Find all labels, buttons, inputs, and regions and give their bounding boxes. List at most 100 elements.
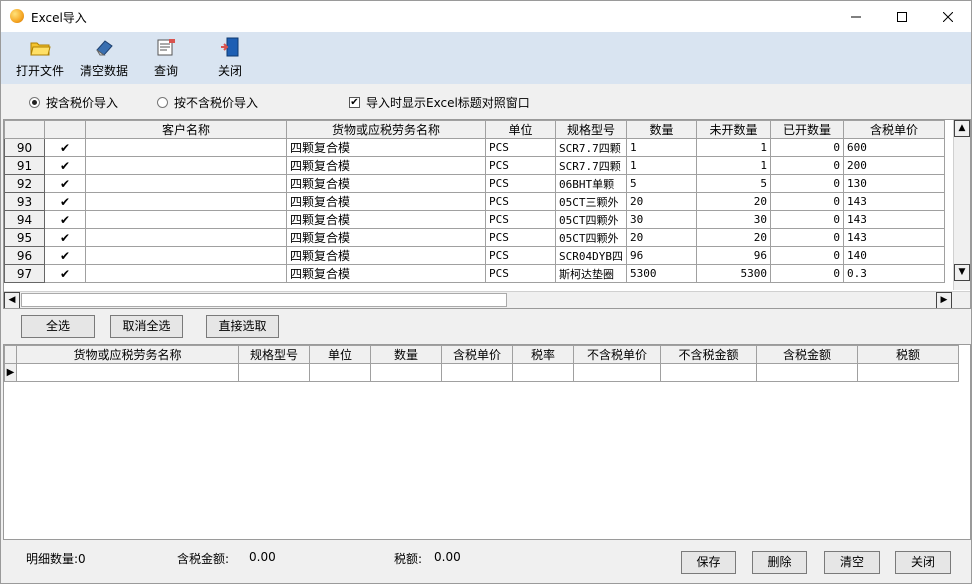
row-checkbox[interactable]: ✔	[44, 228, 86, 247]
show-title-checkbox[interactable]: ✔ 导入时显示Excel标题对照窗口	[349, 94, 530, 111]
cell-price[interactable]: 143	[842, 192, 945, 211]
cell-unit[interactable]: PCS	[485, 192, 556, 211]
row-number[interactable]: 97	[4, 264, 45, 283]
row-number[interactable]: 91	[4, 156, 45, 175]
cell-qty[interactable]: 5300	[625, 264, 697, 283]
select-all-button[interactable]: 全选	[21, 315, 95, 338]
column-header[interactable]: 数量	[625, 120, 697, 139]
row-number[interactable]: 92	[4, 174, 45, 193]
cell-unit[interactable]: PCS	[485, 246, 556, 265]
row-checkbox[interactable]: ✔	[44, 210, 86, 229]
detail-cell[interactable]	[512, 363, 574, 382]
column-header[interactable]	[4, 120, 45, 139]
cell-opened[interactable]: 0	[769, 246, 844, 265]
cell-goods[interactable]: 四颗复合模	[286, 138, 486, 157]
cell-customer[interactable]	[85, 264, 287, 283]
cell-unopened[interactable]: 96	[695, 246, 771, 265]
detail-column-header[interactable]	[4, 345, 17, 364]
cell-qty[interactable]: 20	[625, 192, 697, 211]
row-number[interactable]: 94	[4, 210, 45, 229]
detail-cell[interactable]	[16, 363, 239, 382]
row-number[interactable]: 90	[4, 138, 45, 157]
row-checkbox[interactable]: ✔	[44, 138, 86, 157]
cell-price[interactable]: 200	[842, 156, 945, 175]
detail-column-header[interactable]: 税率	[512, 345, 574, 364]
column-header[interactable]: 客户名称	[85, 120, 287, 139]
open-file-button[interactable]: 打开文件	[14, 36, 66, 82]
cell-unopened[interactable]: 5300	[695, 264, 771, 283]
cell-price[interactable]: 130	[842, 174, 945, 193]
row-checkbox[interactable]: ✔	[44, 174, 86, 193]
column-header[interactable]: 已开数量	[769, 120, 844, 139]
detail-column-header[interactable]: 规格型号	[238, 345, 310, 364]
clear-button[interactable]: 清空	[824, 551, 880, 574]
cell-customer[interactable]	[85, 210, 287, 229]
footer-close-button[interactable]: 关闭	[895, 551, 951, 574]
column-header[interactable]: 货物或应税劳务名称	[286, 120, 486, 139]
cell-spec[interactable]: 05CT四颗外	[555, 210, 627, 229]
cell-customer[interactable]	[85, 174, 287, 193]
detail-column-header[interactable]: 不含税单价	[573, 345, 661, 364]
cell-spec[interactable]: SCR7.7四颗	[555, 156, 627, 175]
horizontal-scroll-thumb[interactable]	[21, 293, 507, 307]
cell-goods[interactable]: 四颗复合模	[286, 174, 486, 193]
cell-opened[interactable]: 0	[769, 174, 844, 193]
cell-customer[interactable]	[85, 246, 287, 265]
deselect-all-button[interactable]: 取消全选	[110, 315, 183, 338]
detail-column-header[interactable]: 货物或应税劳务名称	[16, 345, 239, 364]
cell-customer[interactable]	[85, 138, 287, 157]
detail-cell[interactable]	[441, 363, 513, 382]
detail-column-header[interactable]: 税额	[857, 345, 959, 364]
cell-unit[interactable]: PCS	[485, 228, 556, 247]
detail-cell[interactable]	[309, 363, 371, 382]
row-number[interactable]: 96	[4, 246, 45, 265]
save-button[interactable]: 保存	[681, 551, 736, 574]
cell-qty[interactable]: 1	[625, 156, 697, 175]
direct-select-button[interactable]: 直接选取	[206, 315, 279, 338]
cell-opened[interactable]: 0	[769, 192, 844, 211]
detail-cell[interactable]	[660, 363, 757, 382]
cell-opened[interactable]: 0	[769, 138, 844, 157]
cell-customer[interactable]	[85, 192, 287, 211]
cell-price[interactable]: 143	[842, 228, 945, 247]
cell-spec[interactable]: 斯柯达垫圈	[555, 264, 627, 283]
detail-column-header[interactable]: 含税金额	[756, 345, 858, 364]
scroll-up-icon[interactable]: ▲	[954, 120, 970, 137]
cell-qty[interactable]: 96	[625, 246, 697, 265]
cell-price[interactable]: 0.3	[842, 264, 945, 283]
column-header[interactable]: 单位	[485, 120, 556, 139]
detail-cell[interactable]	[238, 363, 310, 382]
cell-price[interactable]: 600	[842, 138, 945, 157]
maximize-button[interactable]	[879, 1, 925, 32]
cell-unopened[interactable]: 20	[695, 192, 771, 211]
cell-spec[interactable]: 05CT四颗外	[555, 228, 627, 247]
cell-qty[interactable]: 20	[625, 228, 697, 247]
close-window-button[interactable]	[925, 1, 971, 32]
cell-unopened[interactable]: 1	[695, 156, 771, 175]
cell-qty[interactable]: 1	[625, 138, 697, 157]
column-header[interactable]	[44, 120, 86, 139]
column-header[interactable]: 含税单价	[842, 120, 945, 139]
detail-row[interactable]: ▶	[4, 363, 959, 382]
radio-tax-included[interactable]: 按含税价导入	[29, 94, 118, 111]
detail-cell[interactable]	[756, 363, 858, 382]
detail-cell[interactable]	[573, 363, 661, 382]
table-row[interactable]: 95 ✔ 四颗复合模 PCS 05CT四颗外 20 20 0 143	[4, 228, 945, 247]
cell-goods[interactable]: 四颗复合模	[286, 210, 486, 229]
delete-button[interactable]: 删除	[752, 551, 807, 574]
detail-column-header[interactable]: 单位	[309, 345, 371, 364]
cell-unopened[interactable]: 20	[695, 228, 771, 247]
cell-goods[interactable]: 四颗复合模	[286, 192, 486, 211]
detail-cell[interactable]	[370, 363, 442, 382]
vertical-scrollbar[interactable]: ▲ ▼	[953, 120, 970, 290]
row-checkbox[interactable]: ✔	[44, 192, 86, 211]
horizontal-scrollbar[interactable]: ◀ ▶	[4, 291, 970, 308]
cell-unit[interactable]: PCS	[485, 174, 556, 193]
scroll-left-icon[interactable]: ◀	[4, 292, 20, 308]
cell-unopened[interactable]: 5	[695, 174, 771, 193]
cell-goods[interactable]: 四颗复合模	[286, 246, 486, 265]
minimize-button[interactable]	[833, 1, 879, 32]
radio-tax-excluded[interactable]: 按不含税价导入	[157, 94, 258, 111]
cell-spec[interactable]: SCR04DYB四	[555, 246, 627, 265]
detail-column-header[interactable]: 不含税金额	[660, 345, 757, 364]
